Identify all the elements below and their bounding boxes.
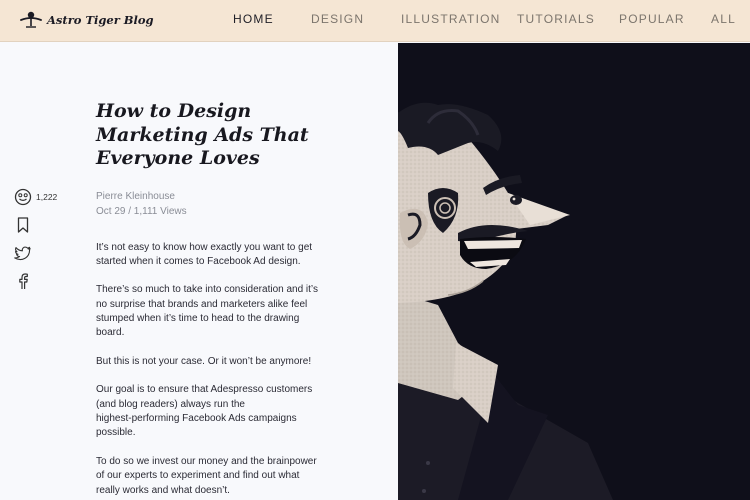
article-paragraph: Our goal is to ensure that Adespresso cu… bbox=[96, 383, 328, 440]
article-paragraph: But this is not your case. Or it won’t b… bbox=[96, 355, 328, 369]
hero-illustration bbox=[398, 43, 750, 500]
paragraph-line: stumped when it’s time to head to the dr… bbox=[96, 312, 300, 324]
paragraph-line: It’s not easy to know how exactly you wa… bbox=[96, 241, 313, 253]
nav-all[interactable]: ALL bbox=[711, 12, 736, 26]
article-date-views: Oct 29 / 1,111 Views bbox=[96, 205, 187, 217]
top-navigation-bar: Astro Tiger Blog HOME DESIGN ILLUSTRATIO… bbox=[0, 0, 750, 42]
article-paragraph: To do so we invest our money and the bra… bbox=[96, 455, 328, 498]
nav-design[interactable]: DESIGN bbox=[311, 12, 364, 26]
bookmark-button[interactable] bbox=[14, 216, 32, 234]
nav-home[interactable]: HOME bbox=[233, 12, 274, 26]
article-body: It’s not easy to know how exactly you wa… bbox=[96, 241, 328, 498]
paragraph-line: highest-performing Facebook Ads campaign… bbox=[96, 413, 297, 425]
article-title: How to Design Marketing Ads That Everyon… bbox=[96, 100, 328, 171]
article-title-line: How to Design bbox=[96, 100, 252, 122]
paragraph-line: of our experts to experiment and find ou… bbox=[96, 470, 300, 482]
paragraph-line: To do so we invest our money and the bra… bbox=[96, 455, 317, 467]
article-title-line: Everyone Loves bbox=[96, 147, 260, 169]
twitter-icon bbox=[14, 246, 31, 261]
article-paragraph: There’s so much to take into considerati… bbox=[96, 283, 328, 340]
like-count: 1,222 bbox=[36, 192, 58, 202]
article: How to Design Marketing Ads That Everyon… bbox=[96, 100, 328, 500]
twitter-share-button[interactable] bbox=[14, 244, 32, 262]
article-author[interactable]: Pierre Kleinhouse bbox=[96, 189, 328, 204]
nav-popular[interactable]: POPULAR bbox=[619, 12, 685, 26]
brand[interactable]: Astro Tiger Blog bbox=[20, 6, 154, 34]
nav-tutorials[interactable]: TUTORIALS bbox=[517, 12, 595, 26]
paragraph-line: no surprise that brands and marketers al… bbox=[96, 298, 308, 310]
article-title-line: Marketing Ads That bbox=[96, 123, 309, 146]
paragraph-line: really works and what doesn’t. bbox=[96, 484, 230, 496]
article-meta: Pierre Kleinhouse Oct 29 / 1,111 Views bbox=[96, 189, 328, 219]
paragraph-line: board. bbox=[96, 327, 125, 339]
paragraph-line: started when it comes to Facebook Ad des… bbox=[96, 255, 301, 267]
paragraph-line: (and blog readers) always run the bbox=[96, 398, 245, 410]
brand-name: Astro Tiger Blog bbox=[47, 13, 154, 27]
facebook-share-button[interactable] bbox=[14, 272, 32, 290]
paragraph-line: But this is not your case. Or it won’t b… bbox=[96, 355, 312, 367]
bookmark-icon bbox=[17, 217, 29, 233]
facebook-icon bbox=[19, 273, 28, 289]
like-button[interactable]: 1,222 bbox=[14, 188, 57, 206]
bird-logo-icon bbox=[20, 11, 42, 28]
paragraph-line: There’s so much to take into considerati… bbox=[96, 284, 318, 296]
nav-illustration[interactable]: ILLUSTRATION bbox=[401, 12, 501, 26]
smiley-icon bbox=[14, 188, 32, 206]
paragraph-line: Our goal is to ensure that Adespresso cu… bbox=[96, 384, 313, 396]
paragraph-line: possible. bbox=[96, 427, 136, 439]
shouting-man-illustration bbox=[398, 43, 750, 500]
article-paragraph: It’s not easy to know how exactly you wa… bbox=[96, 241, 328, 270]
